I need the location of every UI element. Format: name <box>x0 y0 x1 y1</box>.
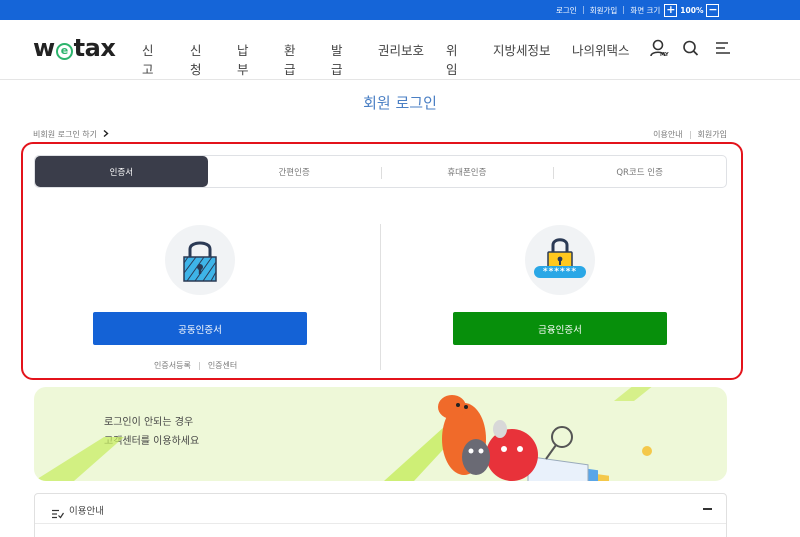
cert-register-link[interactable]: 인증서등록 <box>154 360 191 371</box>
divider <box>689 130 691 139</box>
nav-item-issue[interactable]: 발급 <box>331 40 343 78</box>
logo-tax: tax <box>73 34 116 62</box>
nonmember-login-label: 비회원 로그인 하기 <box>33 130 97 139</box>
logo-w: w <box>33 34 55 62</box>
nav-item-delegation[interactable]: 위임 <box>446 40 458 78</box>
login-method-tabs: 인증서 간편인증 휴대폰인증 QR코드 인증 <box>34 155 727 188</box>
accordion-header[interactable]: 이용안내 <box>35 494 726 524</box>
tab-certificate[interactable]: 인증서 <box>35 156 208 187</box>
nav-item-pay[interactable]: 납부 <box>237 40 249 78</box>
signup-link[interactable]: 회원가입 <box>590 5 618 16</box>
divider <box>623 6 625 14</box>
joint-certificate-button[interactable]: 공동인증서 <box>93 312 307 345</box>
nav-item-refund[interactable]: 환급 <box>284 40 296 78</box>
nav-item-apply[interactable]: 신청 <box>190 40 202 78</box>
right-sub-links: 이용안내 회원가입 <box>653 129 727 140</box>
cert-center-link[interactable]: 인증센터 <box>208 360 237 371</box>
signup-sub-link[interactable]: 회원가입 <box>698 129 727 140</box>
password-lock-icon <box>534 238 586 278</box>
divider <box>582 6 584 14</box>
zoom-label: 화면 크기 <box>630 5 661 15</box>
tab-label: 휴대폰인증 <box>447 167 487 178</box>
top-utility-bar: 로그인 회원가입 화면 크기 + 100% − <box>0 0 800 20</box>
vertical-divider <box>380 224 381 370</box>
chevron-right-icon <box>103 129 109 139</box>
nonmember-login-link[interactable]: 비회원 로그인 하기 <box>33 129 109 140</box>
zoom-in-button[interactable]: + <box>664 3 678 17</box>
page-title: 회원 로그인 <box>363 94 437 112</box>
menu-icon[interactable] <box>714 39 732 59</box>
nav-item-my-wetax[interactable]: 나의위택스 <box>572 40 642 59</box>
usage-guide-link[interactable]: 이용안내 <box>653 129 682 140</box>
tab-mobile-auth[interactable]: 휴대폰인증 <box>380 156 554 187</box>
usage-guide-accordion: 이용안내 <box>34 493 727 537</box>
customer-center-banner[interactable]: 로그인이 안되는 경우 고객센터를 이용하세요 <box>34 387 727 481</box>
logo-e: e <box>55 43 73 60</box>
divider <box>553 167 555 179</box>
financial-cert-icon-circle: ****** <box>525 225 595 295</box>
password-mask: ****** <box>542 267 578 277</box>
banner-illustration <box>34 387 652 481</box>
list-check-icon <box>52 504 64 523</box>
zoom-out-button[interactable]: − <box>706 3 720 17</box>
header-icons: MY <box>650 39 732 59</box>
my-label: MY <box>660 52 669 58</box>
nav-item-local-tax-info[interactable]: 지방세정보 <box>493 40 563 59</box>
financial-certificate-button[interactable]: 금융인증서 <box>453 312 667 345</box>
tab-qr-auth[interactable]: QR코드 인증 <box>553 156 726 187</box>
utility-links: 로그인 회원가입 화면 크기 + 100% − <box>556 0 720 20</box>
tab-label: QR코드 인증 <box>616 167 663 178</box>
nav-item-report[interactable]: 신고 <box>142 40 154 78</box>
tab-label: 간편인증 <box>278 167 310 178</box>
accordion-title: 이용안내 <box>69 506 104 517</box>
wetax-logo[interactable]: w e tax <box>33 34 116 62</box>
search-icon[interactable] <box>682 39 700 59</box>
zoom-value: 100% <box>680 5 704 15</box>
site-header: w e tax 신고 신청 납부 환급 발급 권리보호 위임 지방세정보 나의위택스… <box>0 20 800 80</box>
my-user-icon[interactable]: MY <box>650 39 669 59</box>
tab-label: 인증서 <box>109 167 134 178</box>
divider <box>380 167 382 179</box>
divider <box>198 361 200 370</box>
collapse-minus-icon[interactable] <box>703 508 712 510</box>
joint-cert-icon-circle <box>165 225 235 295</box>
nav-item-rights[interactable]: 권리보호 <box>378 40 438 59</box>
lock-icon <box>183 241 217 282</box>
login-link[interactable]: 로그인 <box>556 5 577 16</box>
tab-simple-auth[interactable]: 간편인증 <box>208 156 381 187</box>
cert-links: 인증서등록 인증센터 <box>154 360 237 371</box>
